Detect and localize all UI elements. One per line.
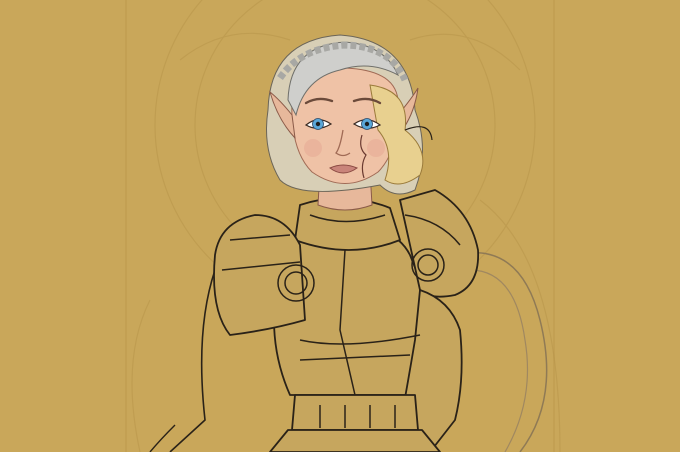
armor: [213, 189, 479, 452]
artwork-canvas: [0, 0, 680, 452]
belt: [291, 394, 419, 431]
left-cheek: [304, 139, 322, 157]
right-cheek: [367, 139, 385, 157]
illustration: [131, 0, 561, 452]
left-pauldron: [213, 214, 306, 336]
left-arm-sketch: [169, 269, 216, 452]
shield-outline-inner: [469, 269, 529, 452]
skirt: [269, 429, 441, 452]
left-hand-sketch: [149, 424, 176, 452]
